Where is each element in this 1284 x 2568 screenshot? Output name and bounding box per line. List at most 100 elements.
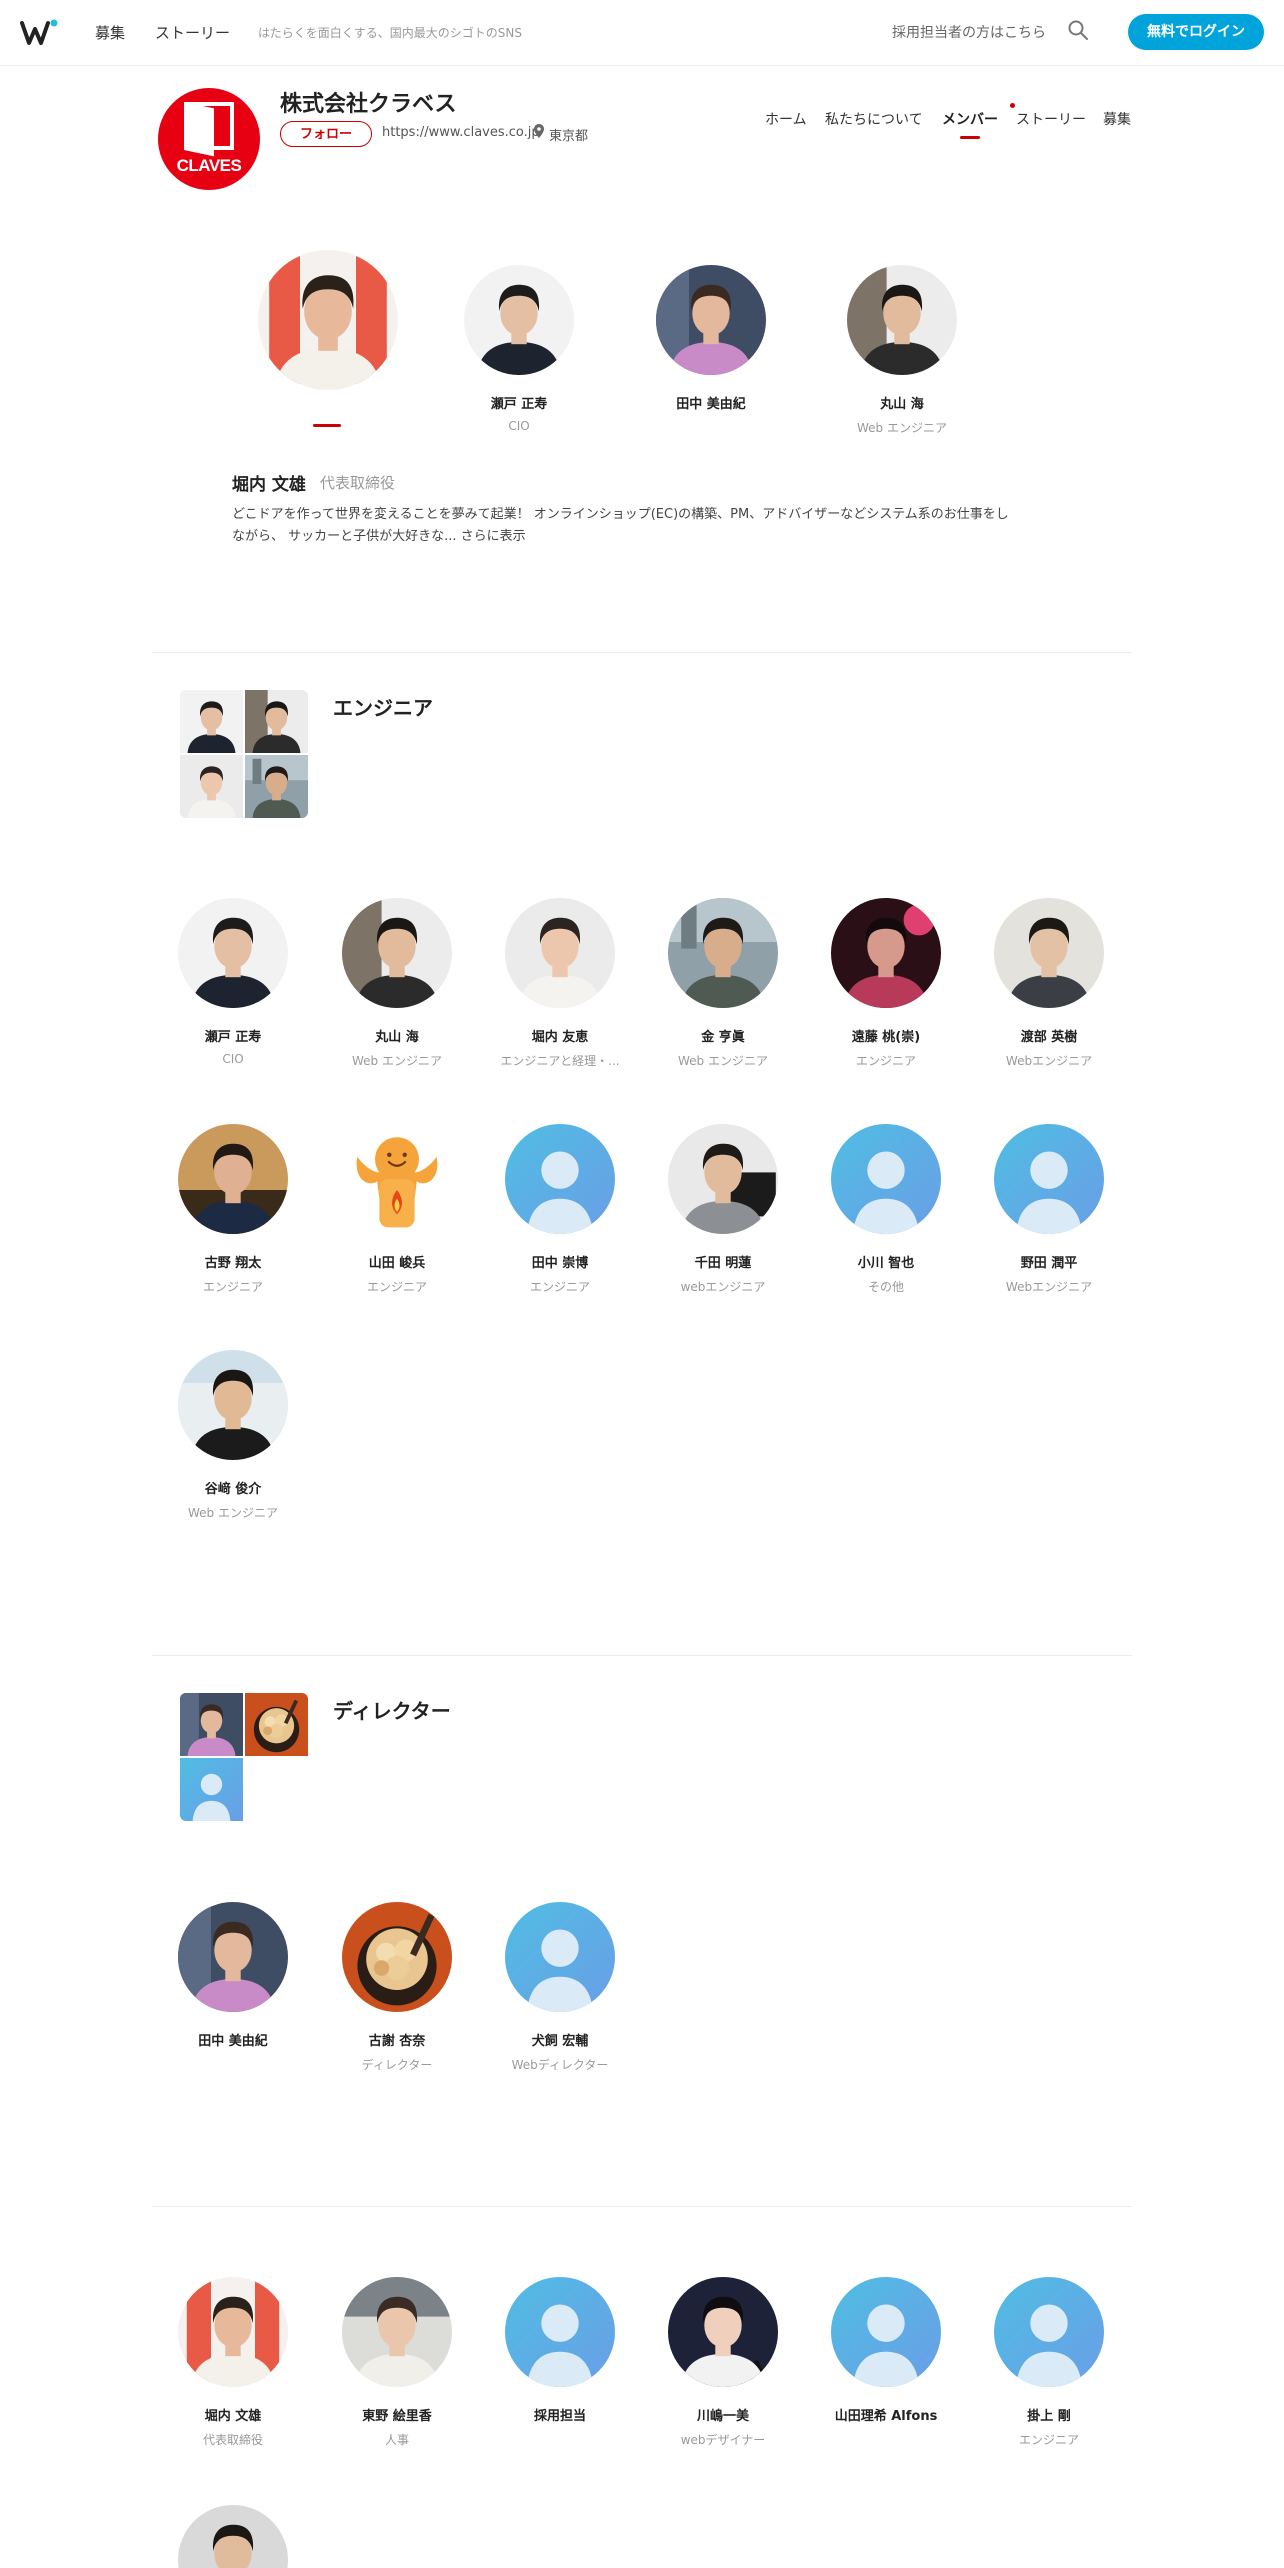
follow-button[interactable]: フォロー xyxy=(280,121,372,147)
member-name[interactable]: 渡部 英樹 xyxy=(964,1026,1134,1045)
location-pin-icon xyxy=(534,124,544,138)
member-name[interactable]: 堀内 文雄 xyxy=(148,2405,318,2424)
group-thumbnail-photo xyxy=(180,755,243,818)
member-avatar[interactable] xyxy=(342,1902,452,2012)
header-nav-stories[interactable]: ストーリー xyxy=(155,22,230,43)
tab-jobs[interactable]: 募集 xyxy=(1103,109,1131,129)
member-name[interactable]: 瀬戸 正寿 xyxy=(148,1026,318,1045)
group-thumbnail-photo xyxy=(180,1693,243,1756)
selected-member-indicator xyxy=(313,424,341,427)
member-avatar[interactable] xyxy=(505,2277,615,2387)
group-thumbnail-photo xyxy=(180,690,243,753)
company-logo-text: CLAVES xyxy=(176,156,242,175)
wantedly-logo-icon[interactable] xyxy=(20,17,60,47)
member-role: Web エンジニア xyxy=(352,1054,442,1068)
member-name[interactable]: 山田理希 Alfons xyxy=(801,2405,971,2424)
member-avatar[interactable] xyxy=(668,2277,778,2387)
member-avatar[interactable] xyxy=(668,898,778,1008)
member-name[interactable]: 堀内 友恵 xyxy=(475,1026,645,1045)
member-avatar[interactable] xyxy=(178,1350,288,1460)
member-role: エンジニア xyxy=(202,1280,263,1294)
member-role: ディレクター xyxy=(361,2058,433,2072)
member-avatar[interactable] xyxy=(342,898,452,1008)
member-avatar[interactable] xyxy=(464,265,574,375)
section-divider xyxy=(152,2206,1132,2207)
member-avatar[interactable] xyxy=(178,2505,288,2568)
login-button[interactable]: 無料でログイン xyxy=(1128,14,1264,50)
member-avatar[interactable] xyxy=(342,2277,452,2387)
selected-member-role: 代表取締役 xyxy=(320,474,396,492)
member-role: Webエンジニア xyxy=(1005,1280,1093,1294)
member-role: エンジニアと経理・... xyxy=(500,1054,620,1068)
member-avatar[interactable] xyxy=(505,1124,615,1234)
tab-members[interactable]: メンバー xyxy=(942,109,998,129)
member-role: CIO xyxy=(508,419,530,433)
tab-home[interactable]: ホーム xyxy=(765,109,807,129)
group-thumbnail[interactable] xyxy=(180,1693,308,1821)
member-avatar[interactable] xyxy=(668,1124,778,1234)
member-avatar[interactable] xyxy=(994,2277,1104,2387)
selected-member-name[interactable]: 堀内 文雄 xyxy=(232,470,306,495)
member-name[interactable]: 採用担当 xyxy=(475,2405,645,2424)
tab-stories[interactable]: ストーリー xyxy=(1016,109,1086,129)
group-title[interactable]: ディレクター xyxy=(333,1695,451,1724)
selected-member-bio[interactable]: どこドアを作って世界を変えることを夢みて起業！ オンラインショップ(EC)の構築… xyxy=(232,504,1012,548)
member-avatar[interactable] xyxy=(994,898,1104,1008)
company-url[interactable]: https://www.claves.co.jp xyxy=(382,125,540,140)
group-thumbnail-photo xyxy=(245,1693,308,1756)
selected-member-avatar[interactable] xyxy=(258,250,398,390)
member-name[interactable]: 田中 美由紀 xyxy=(626,393,796,412)
recruiter-link[interactable]: 採用担当者の方はこちら xyxy=(892,22,1046,42)
member-name[interactable]: 田中 美由紀 xyxy=(148,2030,318,2049)
group-title[interactable]: エンジニア xyxy=(333,692,433,721)
member-role: Webディレクター xyxy=(511,2058,609,2072)
member-name[interactable]: 山田 峻兵 xyxy=(312,1252,482,1271)
member-name[interactable]: 古謝 杏奈 xyxy=(312,2030,482,2049)
member-name[interactable]: 犬飼 宏輔 xyxy=(475,2030,645,2049)
member-name[interactable]: 丸山 海 xyxy=(312,1026,482,1045)
group-thumbnail-photo xyxy=(245,755,308,818)
member-name[interactable]: 丸山 海 xyxy=(817,393,987,412)
tab-about[interactable]: 私たちについて xyxy=(825,109,923,129)
member-avatar[interactable] xyxy=(178,898,288,1008)
member-name[interactable]: 遠藤 桃(崇) xyxy=(801,1026,971,1045)
company-logo[interactable]: CLAVES xyxy=(158,88,260,190)
group-thumbnail[interactable] xyxy=(180,690,308,818)
member-avatar[interactable] xyxy=(831,2277,941,2387)
company-name[interactable]: 株式会社クラベス xyxy=(280,86,456,118)
member-role: CIO xyxy=(222,1052,244,1066)
header-tagline: はたらくを面白くする、国内最大のシゴトのSNS xyxy=(258,26,522,40)
member-avatar[interactable] xyxy=(656,265,766,375)
new-story-dot xyxy=(1010,103,1015,108)
member-avatar[interactable] xyxy=(831,898,941,1008)
member-avatar[interactable] xyxy=(994,1124,1104,1234)
member-name[interactable]: 川嶋一美 xyxy=(638,2405,808,2424)
door-logo-icon xyxy=(184,102,234,150)
member-role: エンジニア xyxy=(855,1054,916,1068)
member-name[interactable]: 野田 潤平 xyxy=(964,1252,1134,1271)
member-avatar[interactable] xyxy=(505,898,615,1008)
member-role: Web エンジニア xyxy=(678,1054,768,1068)
group-thumbnail-photo xyxy=(245,690,308,753)
search-icon[interactable] xyxy=(1067,19,1089,41)
member-role: Webエンジニア xyxy=(1005,1054,1093,1068)
member-avatar[interactable] xyxy=(847,265,957,375)
member-avatar[interactable] xyxy=(831,1124,941,1234)
member-name[interactable]: 掛上 剛 xyxy=(964,2405,1134,2424)
member-name[interactable]: 金 亨眞 xyxy=(638,1026,808,1045)
member-name[interactable]: 小川 智也 xyxy=(801,1252,971,1271)
member-role: webデザイナー xyxy=(680,2433,766,2447)
member-name[interactable]: 瀬戸 正寿 xyxy=(434,393,604,412)
member-avatar[interactable] xyxy=(178,1902,288,2012)
site-header: 募集 ストーリー はたらくを面白くする、国内最大のシゴトのSNS 採用担当者の方… xyxy=(0,0,1284,66)
member-name[interactable]: 千田 明蓮 xyxy=(638,1252,808,1271)
header-nav-jobs[interactable]: 募集 xyxy=(95,22,125,43)
member-name[interactable]: 古野 翔太 xyxy=(148,1252,318,1271)
member-name[interactable]: 谷﨑 俊介 xyxy=(148,1478,318,1497)
member-avatar[interactable] xyxy=(178,1124,288,1234)
member-avatar[interactable] xyxy=(342,1124,452,1234)
member-name[interactable]: 田中 崇博 xyxy=(475,1252,645,1271)
member-avatar[interactable] xyxy=(178,2277,288,2387)
member-name[interactable]: 東野 絵里香 xyxy=(312,2405,482,2424)
member-avatar[interactable] xyxy=(505,1902,615,2012)
